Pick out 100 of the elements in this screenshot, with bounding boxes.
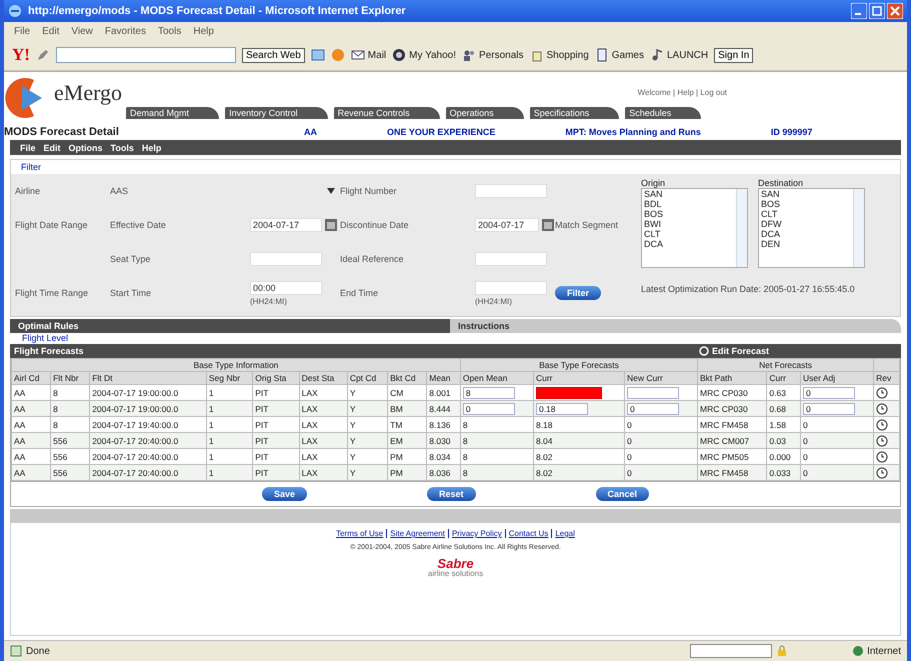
menu-item[interactable]: Favorites (104, 26, 146, 36)
flight-level-link[interactable]: Flight Level (22, 333, 68, 343)
nav-tab[interactable]: Revenue Controls (334, 107, 440, 119)
date-field[interactable]: 2004-07-17 (250, 218, 322, 232)
nav-tab[interactable]: Specifications (530, 107, 620, 119)
list-box[interactable]: SAN BDL BOS BWI CLT DCA (641, 188, 748, 268)
menu-item[interactable]: Tools (158, 26, 182, 36)
toolbar-logo[interactable]: Y! (12, 45, 30, 65)
sign-in-button[interactable]: Sign In (714, 48, 754, 62)
input-field[interactable]: 0 (462, 402, 515, 414)
menu-item[interactable]: Help (193, 26, 214, 36)
toolbar-button[interactable]: My Yahoo! (409, 50, 456, 60)
toolbar-button[interactable]: Games (612, 50, 644, 60)
nav-tab[interactable]: Demand Mgmt (126, 107, 220, 119)
table-cell: 0.033 (766, 464, 801, 480)
input-field[interactable]: 0.18 (536, 402, 588, 414)
clock-icon[interactable] (876, 386, 888, 398)
info-link[interactable]: AA (304, 127, 317, 137)
footer-link[interactable]: Contact Us (504, 529, 552, 538)
toolbar-button[interactable]: LAUNCH (667, 50, 708, 60)
pencil-icon[interactable] (36, 48, 50, 62)
calendar-icon[interactable] (324, 218, 338, 232)
list-item[interactable]: SAN (644, 189, 736, 199)
footer-link[interactable]: Site Agreement (386, 529, 448, 538)
clock-icon[interactable] (876, 402, 888, 414)
clock-icon[interactable] (876, 434, 888, 446)
field-label: Start Time (110, 288, 152, 298)
footer-link[interactable]: Privacy Policy (448, 529, 505, 538)
input-field[interactable]: 00:00 (250, 280, 322, 294)
column-header: User Adj (800, 372, 874, 384)
info-link[interactable]: MPT: Moves Planning and Runs (565, 127, 701, 137)
section-tab[interactable]: Optimal Rules (10, 319, 450, 333)
toolbar-button[interactable]: Mail (368, 50, 386, 60)
list-item[interactable]: DCA (644, 239, 736, 249)
list-item[interactable]: BDL (644, 199, 736, 209)
search-button[interactable]: Search Web (242, 48, 305, 62)
edit-link[interactable]: Edit Forecast (712, 346, 769, 356)
list-item[interactable]: CLT (761, 209, 853, 219)
menu-item[interactable]: Tools (110, 142, 134, 152)
footer-link[interactable]: Terms of Use (333, 529, 386, 538)
group-header: Base Type Information (12, 358, 460, 372)
list-item[interactable]: CLT (644, 229, 736, 239)
action-button[interactable]: Cancel (596, 487, 650, 501)
menu-item[interactable]: Options (68, 142, 103, 152)
clock-icon[interactable] (876, 466, 888, 478)
highlight-icon[interactable] (310, 48, 325, 62)
list-item[interactable]: BOS (644, 209, 736, 219)
field-label: Discontinue Date (340, 220, 409, 230)
field-label: Ideal Reference (340, 254, 404, 264)
nav-tab[interactable]: Schedules (625, 107, 702, 119)
input-field[interactable] (626, 386, 679, 398)
action-button[interactable]: Save (262, 487, 307, 501)
clock-icon[interactable] (876, 418, 888, 430)
menu-item[interactable]: File (20, 142, 36, 152)
maximize-icon[interactable] (869, 3, 885, 19)
input-field[interactable]: 0 (803, 386, 856, 398)
input-field[interactable]: 0 (626, 402, 679, 414)
list-box[interactable]: SAN BOS CLT DFW DCA DEN (758, 188, 865, 268)
close-icon[interactable] (887, 3, 903, 19)
section-tab[interactable]: Instructions (450, 319, 901, 333)
menu-item[interactable]: View (71, 26, 93, 36)
mail-icon (350, 48, 365, 62)
table-cell: 556 (50, 464, 90, 480)
scrollbar[interactable] (736, 189, 747, 267)
menu-item[interactable]: Help (142, 142, 162, 152)
list-item[interactable]: BWI (644, 219, 736, 229)
edit-icon[interactable] (698, 346, 709, 356)
filter-link[interactable]: Filter (21, 162, 41, 172)
calendar-icon[interactable] (541, 218, 555, 232)
search-field[interactable] (56, 47, 236, 63)
input-field[interactable]: 8 (462, 386, 515, 398)
nav-tab[interactable]: Inventory Control (225, 107, 328, 119)
column-header: Cpt Cd (347, 372, 388, 384)
date-field[interactable]: 2004-07-17 (475, 218, 539, 232)
user-links[interactable]: Welcome | Help | Log out (638, 88, 727, 97)
table-cell: 8 (460, 464, 534, 480)
list-item[interactable]: BOS (761, 199, 853, 209)
menu-item[interactable]: File (14, 26, 30, 36)
input-field[interactable] (536, 386, 602, 398)
list-item[interactable]: DFW (761, 219, 853, 229)
action-button[interactable]: Reset (427, 487, 476, 501)
nav-tab[interactable]: Operations (446, 107, 524, 119)
toolbar-button[interactable]: Shopping (546, 50, 589, 60)
run-date-text: Latest Optimization Run Date: 2005-01-27 16:55:45.0 (641, 284, 856, 294)
menu-item[interactable]: Edit (42, 26, 60, 36)
toolbar-button[interactable]: Personals (479, 50, 524, 60)
input-field[interactable]: 0 (803, 402, 856, 414)
scrollbar[interactable] (853, 189, 864, 267)
list-item[interactable]: SAN (761, 189, 853, 199)
list-item[interactable]: DCA (761, 229, 853, 239)
list-item[interactable]: DEN (761, 239, 853, 249)
filter-button[interactable]: Filter (555, 286, 602, 300)
info-link[interactable]: ONE YOUR EXPERIENCE (387, 127, 496, 137)
footer-link[interactable]: Legal (551, 529, 578, 538)
window-title: http://emergo/mods - MODS Forecast Detail - Microsoft Internet Explorer (28, 5, 407, 17)
info-link[interactable]: ID 999997 (770, 127, 812, 137)
menu-item[interactable]: Edit (44, 142, 61, 152)
clock-icon[interactable] (876, 450, 888, 462)
airline-select[interactable]: AAS (110, 186, 335, 196)
minimize-icon[interactable] (851, 3, 867, 19)
